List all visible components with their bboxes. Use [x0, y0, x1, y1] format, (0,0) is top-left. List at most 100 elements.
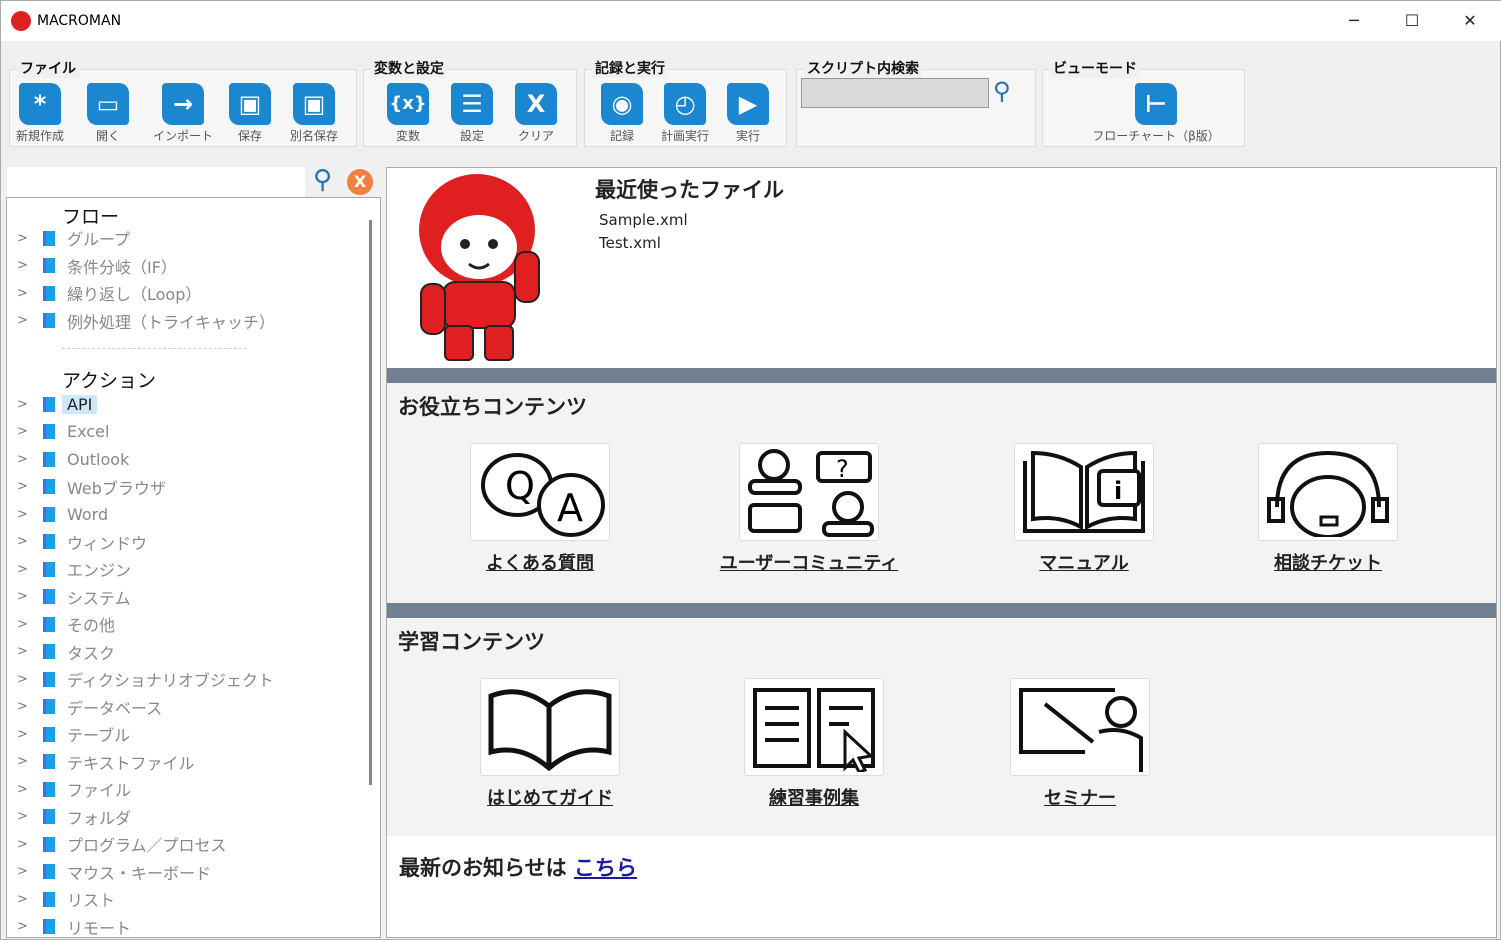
book-icon	[43, 781, 55, 797]
open-button[interactable]: ▭ 開く	[81, 83, 135, 144]
sidebar-search-icon[interactable]: ⚲	[313, 165, 332, 195]
guide-card[interactable]: はじめてガイド	[465, 678, 635, 810]
clear-button[interactable]: X クリア	[511, 83, 561, 144]
qa-icon: QA	[481, 453, 605, 537]
chevron-right-icon[interactable]: >	[17, 644, 35, 659]
chevron-right-icon[interactable]: >	[17, 562, 35, 577]
tree-item[interactable]: > マウス・キーボード	[17, 860, 211, 884]
book-icon	[43, 479, 55, 494]
title-bar: MACROMAN ─ ☐ ✕	[1, 1, 1501, 41]
scrollbar[interactable]	[369, 220, 372, 785]
tree-item[interactable]: > システム	[17, 585, 131, 609]
tree-item[interactable]: > 繰り返し（Loop）	[17, 281, 201, 305]
flow-header: フロー	[62, 206, 120, 228]
tree-item[interactable]: > グループ	[17, 226, 130, 250]
tree-item[interactable]: > リモート	[17, 915, 131, 938]
tree-item[interactable]: > エンジン	[17, 557, 131, 581]
save-button[interactable]: ▣ 保存	[227, 83, 273, 144]
tree-item[interactable]: > 条件分岐（IF）	[17, 254, 177, 278]
recent-file-link[interactable]: Test.xml	[599, 234, 661, 252]
save-as-button[interactable]: ▣ 別名保存	[283, 83, 345, 144]
flowchart-icon: ⊢	[1135, 83, 1177, 125]
guide-label: はじめてガイド	[487, 788, 613, 809]
examples-label: 練習事例集	[769, 788, 859, 809]
faq-card[interactable]: Q A よくある質問	[455, 443, 625, 575]
community-card[interactable]: ? ユーザーコミュニティ	[709, 443, 909, 575]
chevron-right-icon[interactable]: >	[17, 837, 35, 852]
script-search-icon[interactable]: ⚲	[993, 77, 1011, 105]
save-as-label: 別名保存	[289, 129, 338, 143]
chevron-right-icon[interactable]: >	[17, 892, 35, 907]
tree-item[interactable]: > Webブラウザ	[17, 475, 166, 499]
news-link[interactable]: こちら	[574, 856, 637, 880]
tree-item[interactable]: > フォルダ	[17, 805, 131, 829]
seminar-card[interactable]: セミナー	[995, 678, 1165, 810]
tree-item[interactable]: > Word	[17, 502, 108, 526]
close-button[interactable]: ✕	[1450, 7, 1490, 35]
tree-item[interactable]: > ディクショナリオブジェクト	[17, 667, 274, 691]
chevron-right-icon[interactable]: >	[17, 258, 35, 273]
tree-item[interactable]: > データベース	[17, 695, 162, 719]
sidebar-search-input[interactable]	[7, 167, 305, 197]
tree-item[interactable]: > テーブル	[17, 722, 130, 746]
import-button[interactable]: → インポート	[147, 83, 219, 144]
clear-search-icon[interactable]: X	[347, 169, 373, 195]
chevron-right-icon[interactable]: >	[17, 699, 35, 714]
schedule-button[interactable]: ◴ 計画実行	[655, 83, 715, 144]
news-text: 最新のお知らせは	[399, 856, 567, 880]
chevron-right-icon[interactable]: >	[17, 534, 35, 549]
chevron-right-icon[interactable]: >	[17, 507, 35, 522]
tree-item-label: ファイル	[67, 781, 132, 800]
manual-card[interactable]: i マニュアル	[999, 443, 1169, 575]
tree-item[interactable]: > テキストファイル	[17, 750, 195, 774]
book-icon	[43, 891, 55, 907]
book-icon	[43, 726, 55, 742]
chevron-right-icon[interactable]: >	[17, 727, 35, 742]
tree-item[interactable]: > リスト	[17, 887, 115, 911]
chevron-right-icon[interactable]: >	[17, 397, 35, 412]
tree-item[interactable]: > タスク	[17, 640, 115, 664]
run-button[interactable]: ▶ 実行	[725, 83, 771, 144]
tree-item[interactable]: > 例外処理（トライキャッチ）	[17, 309, 275, 333]
chevron-right-icon[interactable]: >	[17, 919, 35, 934]
play-icon: ▶	[727, 83, 769, 125]
tree-item[interactable]: > その他	[17, 612, 115, 636]
community-icon: ?	[748, 449, 874, 537]
ticket-card[interactable]: 相談チケット	[1243, 443, 1413, 575]
record-button[interactable]: ◉ 記録	[599, 83, 645, 144]
tree-item[interactable]: > プログラム／プロセス	[17, 832, 227, 856]
variables-button[interactable]: {x} 変数	[385, 83, 431, 144]
chevron-right-icon[interactable]: >	[17, 782, 35, 797]
script-search-input[interactable]	[801, 78, 989, 108]
settings-button[interactable]: ☰ 設定	[449, 83, 495, 144]
chevron-right-icon[interactable]: >	[17, 286, 35, 301]
new-button[interactable]: * 新規作成	[11, 83, 69, 144]
svg-text:A: A	[557, 486, 583, 530]
chevron-right-icon[interactable]: >	[17, 231, 35, 246]
import-label: インポート	[152, 129, 213, 143]
maximize-button[interactable]: ☐	[1392, 7, 1432, 35]
svg-text:i: i	[1114, 477, 1122, 505]
tree-item[interactable]: > Excel	[17, 420, 109, 444]
chevron-right-icon[interactable]: >	[17, 424, 35, 439]
tree-item[interactable]: > API	[17, 392, 98, 416]
recent-file-link[interactable]: Sample.xml	[599, 211, 688, 229]
chevron-right-icon[interactable]: >	[17, 864, 35, 879]
chevron-right-icon[interactable]: >	[17, 313, 35, 328]
tree-item[interactable]: > Outlook	[17, 447, 129, 471]
chevron-right-icon[interactable]: >	[17, 809, 35, 824]
tree-item[interactable]: > ファイル	[17, 777, 131, 801]
examples-card[interactable]: 練習事例集	[729, 678, 899, 810]
chevron-right-icon[interactable]: >	[17, 617, 35, 632]
app-logo-icon	[11, 11, 31, 31]
menu-icon: ☰	[451, 83, 493, 125]
chevron-right-icon[interactable]: >	[17, 452, 35, 467]
chevron-right-icon[interactable]: >	[17, 479, 35, 494]
tree-item-label: ウィンドウ	[67, 533, 148, 553]
flowchart-button[interactable]: ⊢ フローチャート（β版）	[1081, 83, 1231, 144]
chevron-right-icon[interactable]: >	[17, 672, 35, 687]
chevron-right-icon[interactable]: >	[17, 754, 35, 769]
minimize-button[interactable]: ─	[1334, 7, 1374, 35]
tree-item[interactable]: > ウィンドウ	[17, 530, 147, 554]
chevron-right-icon[interactable]: >	[17, 589, 35, 604]
